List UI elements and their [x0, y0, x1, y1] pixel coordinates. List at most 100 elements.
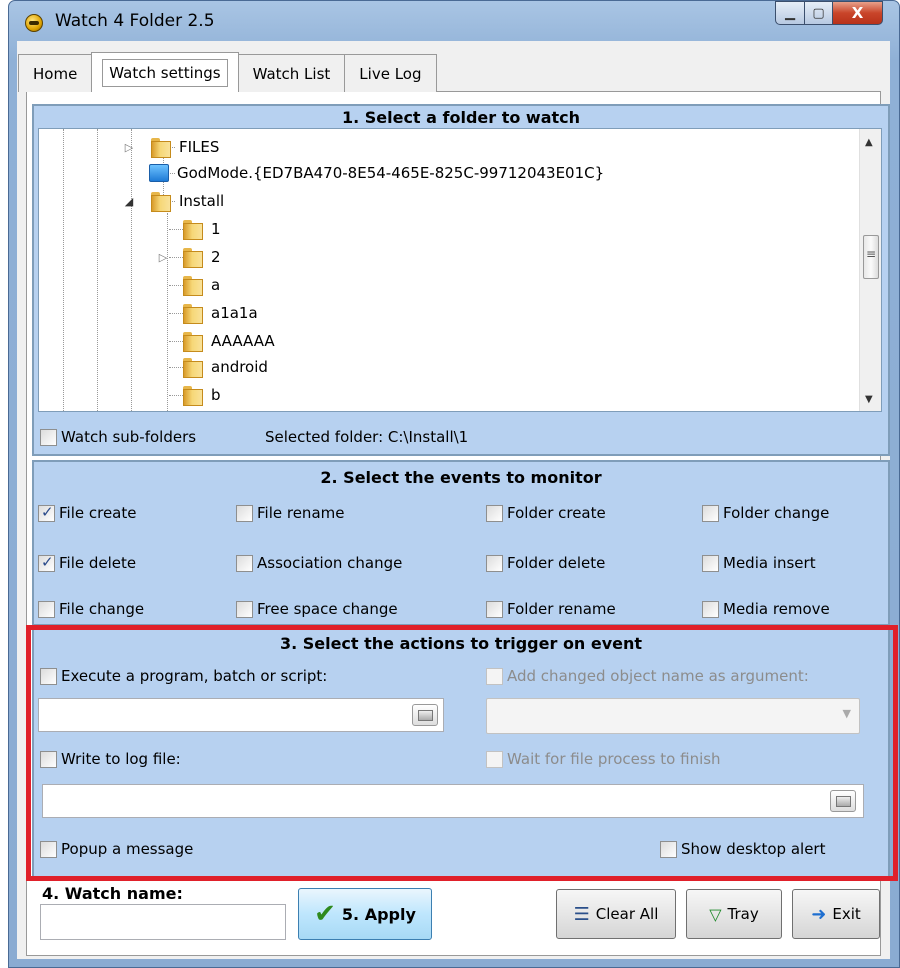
- watch-name-input[interactable]: [40, 904, 286, 940]
- exit-door-icon: ➜: [811, 903, 827, 925]
- minimize-button[interactable]: ▁: [775, 1, 805, 25]
- tree-node-label: Install: [179, 192, 225, 210]
- checkbox-box[interactable]: [40, 428, 57, 446]
- checkbox-label: Watch sub-folders: [61, 428, 197, 446]
- tree-node-aaaaaa[interactable]: AAAAAA: [181, 328, 275, 354]
- checkbox-box[interactable]: [38, 503, 55, 522]
- event-folder-rename[interactable]: Folder rename: [486, 600, 616, 618]
- checkbox-box[interactable]: [40, 750, 57, 768]
- event-media-remove[interactable]: Media remove: [702, 600, 830, 618]
- collapse-arrow-icon[interactable]: ◢: [123, 195, 135, 208]
- checkbox-box[interactable]: [40, 840, 57, 858]
- event-file-change[interactable]: File change: [38, 600, 144, 618]
- checkbox-label: Association change: [257, 554, 403, 572]
- app-icon: [25, 14, 43, 32]
- add-argument-checkbox[interactable]: Add changed object name as argument:: [486, 667, 809, 685]
- event-file-delete[interactable]: File delete: [38, 553, 137, 572]
- checkbox-box[interactable]: [702, 600, 719, 618]
- folder-icon: [181, 219, 203, 240]
- checkbox-box[interactable]: [236, 554, 253, 572]
- desktop-alert-checkbox[interactable]: Show desktop alert: [660, 840, 825, 858]
- tree-node-label: GodMode.{ED7BA470-8E54-465E-825C-9971204…: [177, 164, 605, 182]
- wait-process-checkbox[interactable]: Wait for file process to finish: [486, 750, 721, 768]
- expand-arrow-icon[interactable]: ▷: [157, 251, 169, 264]
- tree-node-b[interactable]: b: [181, 382, 221, 408]
- window-controls: ▁ ▢ X: [775, 1, 883, 25]
- checkbox-box[interactable]: [236, 504, 253, 522]
- event-file-create[interactable]: File create: [38, 503, 136, 522]
- section-title: 1. Select a folder to watch: [341, 108, 581, 127]
- checkbox-label: Media insert: [723, 554, 816, 572]
- folder-icon: [181, 331, 203, 352]
- tab-watch-settings[interactable]: Watch settings: [91, 52, 239, 92]
- execute-path-input[interactable]: [38, 698, 444, 732]
- event-folder-change[interactable]: Folder change: [702, 504, 829, 522]
- checkbox-box[interactable]: [486, 554, 503, 572]
- checkbox-label: Add changed object name as argument:: [507, 667, 809, 685]
- close-button[interactable]: X: [833, 1, 883, 25]
- event-media-insert[interactable]: Media insert: [702, 554, 816, 572]
- scroll-up-icon[interactable]: ▲: [865, 137, 873, 148]
- checkbox-label: File delete: [59, 554, 137, 572]
- checkbox-box[interactable]: [486, 750, 503, 768]
- folder-icon: [181, 275, 203, 296]
- event-folder-create[interactable]: Folder create: [486, 504, 606, 522]
- tree-node-android[interactable]: android: [181, 354, 268, 380]
- checkbox-label: Show desktop alert: [681, 840, 826, 858]
- watch-subfolders-checkbox[interactable]: Watch sub-folders: [40, 428, 196, 446]
- checkbox-label: Folder create: [507, 504, 606, 522]
- tab-label: Watch List: [252, 64, 331, 83]
- checkbox-box[interactable]: [702, 504, 719, 522]
- log-path-input[interactable]: [42, 784, 864, 818]
- expand-arrow-icon[interactable]: ▷: [123, 141, 135, 154]
- argument-select[interactable]: ▼: [486, 698, 860, 734]
- folder-tree[interactable]: ▷ FILES GodMode.{ED7BA470-8E54-465E-825C…: [38, 128, 882, 412]
- event-folder-delete[interactable]: Folder delete: [486, 554, 605, 572]
- window-title: Watch 4 Folder 2.5: [55, 11, 215, 31]
- selected-folder-text: Selected folder: C:\Install\1: [265, 428, 469, 446]
- checkbox-box[interactable]: [40, 667, 57, 685]
- tree-node-1[interactable]: 1: [181, 216, 221, 242]
- tree-node-files[interactable]: ▷ FILES: [123, 134, 219, 160]
- maximize-button[interactable]: ▢: [805, 1, 833, 25]
- checkbox-box[interactable]: [660, 840, 677, 858]
- browse-program-button[interactable]: [412, 704, 438, 726]
- tree-node-install[interactable]: ◢ Install: [123, 188, 224, 214]
- scroll-thumb[interactable]: [863, 235, 879, 279]
- tab-watch-list[interactable]: Watch List: [237, 54, 346, 92]
- checkbox-box[interactable]: [236, 600, 253, 618]
- execute-program-checkbox[interactable]: Execute a program, batch or script:: [40, 667, 327, 685]
- event-association-change[interactable]: Association change: [236, 554, 402, 572]
- tab-live-log[interactable]: Live Log: [344, 54, 437, 92]
- tab-home[interactable]: Home: [18, 54, 93, 92]
- watch-name-label: 4. Watch name:: [42, 884, 183, 903]
- write-log-checkbox[interactable]: Write to log file:: [40, 750, 181, 768]
- list-icon: ☰: [573, 903, 590, 925]
- event-file-rename[interactable]: File rename: [236, 504, 344, 522]
- chevron-down-icon: ▼: [842, 707, 851, 720]
- tree-scrollbar[interactable]: ▲ ▼: [859, 129, 881, 411]
- checkbox-box[interactable]: [38, 600, 55, 618]
- checkbox-box[interactable]: [486, 667, 503, 685]
- checkbox-label: Write to log file:: [61, 750, 181, 768]
- tray-button[interactable]: ▽ Tray: [686, 889, 782, 939]
- scroll-down-icon[interactable]: ▼: [865, 394, 873, 405]
- tree-node-a1a1a[interactable]: a1a1a: [181, 300, 258, 326]
- browse-log-button[interactable]: [830, 790, 856, 812]
- clear-all-button[interactable]: ☰ Clear All: [556, 889, 676, 939]
- title-bar[interactable]: Watch 4 Folder 2.5 ▁ ▢ X: [9, 1, 899, 41]
- section-title: 3. Select the actions to trigger on even…: [279, 634, 643, 653]
- checkbox-label: File rename: [257, 504, 345, 522]
- event-free-space-change[interactable]: Free space change: [236, 600, 398, 618]
- tree-node-godmode[interactable]: GodMode.{ED7BA470-8E54-465E-825C-9971204…: [149, 160, 604, 186]
- tree-node-a[interactable]: a: [181, 272, 220, 298]
- checkbox-box[interactable]: [486, 504, 503, 522]
- button-label: Clear All: [595, 905, 659, 923]
- exit-button[interactable]: ➜ Exit: [792, 889, 880, 939]
- checkbox-box[interactable]: [702, 554, 719, 572]
- apply-button[interactable]: ✔ 5. Apply: [298, 888, 432, 940]
- tree-node-2[interactable]: ▷ 2: [157, 244, 221, 270]
- popup-message-checkbox[interactable]: Popup a message: [40, 840, 193, 858]
- checkbox-box[interactable]: [486, 600, 503, 618]
- checkbox-box[interactable]: [38, 553, 55, 572]
